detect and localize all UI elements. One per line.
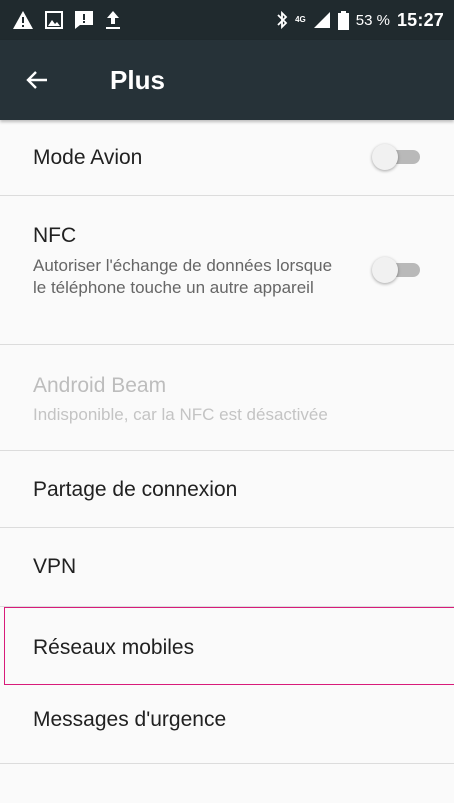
setting-airplane-mode[interactable]: Mode Avion [0, 120, 454, 196]
setting-title: Messages d'urgence [33, 708, 227, 731]
status-time: 15:27 [396, 9, 444, 30]
page-title: Plus [110, 65, 165, 95]
focus-highlight [4, 607, 454, 685]
system-icons: 4G 53 % 15:27 [276, 9, 444, 31]
battery-icon [337, 10, 349, 30]
airplane-mode-switch[interactable] [372, 144, 422, 170]
message-alert-icon [74, 10, 94, 30]
nfc-switch[interactable] [372, 257, 422, 283]
switch-thumb [372, 144, 398, 170]
setting-nfc[interactable]: NFC Autoriser l'échange de données lorsq… [0, 196, 454, 345]
setting-vpn[interactable]: VPN [0, 528, 454, 607]
network-type-label: 4G [295, 15, 306, 24]
bluetooth-icon [276, 10, 288, 30]
back-button[interactable] [22, 66, 52, 94]
setting-android-beam: Android Beam Indisponible, car la NFC es… [0, 345, 454, 451]
setting-title: NFC [33, 224, 77, 247]
battery-percent: 53 % [355, 11, 390, 29]
upload-icon [105, 10, 121, 30]
setting-subtitle: Indisponible, car la NFC est désactivée [33, 405, 328, 424]
app-bar: Plus [0, 40, 454, 120]
setting-tethering[interactable]: Partage de connexion [0, 451, 454, 528]
signal-icon [313, 11, 331, 29]
status-bar: 4G 53 % 15:27 [0, 0, 454, 40]
setting-title: Partage de connexion [33, 478, 238, 501]
notification-icons [12, 9, 121, 31]
warning-icon [12, 10, 34, 30]
setting-title: Mode Avion [33, 146, 143, 169]
setting-title: Android Beam [33, 374, 167, 397]
setting-emergency-messages[interactable]: Messages d'urgence [0, 684, 454, 764]
setting-title: VPN [33, 555, 77, 578]
arrow-left-icon [26, 70, 48, 90]
screen: 4G 53 % 15:27 Plus Mode Avion NFC Autori… [0, 0, 454, 803]
setting-subtitle: Autoriser l'échange de données lorsque l… [33, 256, 333, 297]
switch-thumb [372, 257, 398, 283]
image-icon [45, 11, 63, 29]
